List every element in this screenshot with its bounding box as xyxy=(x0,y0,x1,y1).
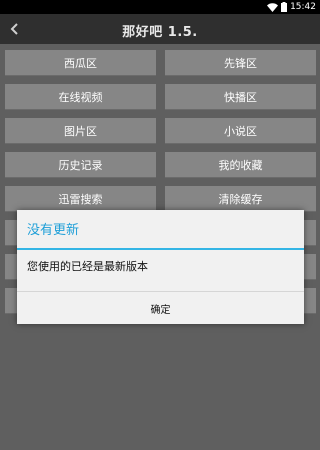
menu-button-pictures[interactable]: 图片区 xyxy=(5,118,156,144)
status-time: 15:42 xyxy=(290,2,316,12)
title-bar: 那好吧 1.5. xyxy=(0,14,320,44)
dialog-divider xyxy=(17,248,304,250)
status-bar: 15:42 xyxy=(0,0,320,14)
menu-button-online-video[interactable]: 在线视频 xyxy=(5,84,156,110)
page-title: 那好吧 1.5. xyxy=(122,25,198,40)
menu-button-favorites[interactable]: 我的收藏 xyxy=(165,152,316,178)
dialog-title: 没有更新 xyxy=(27,223,80,238)
wifi-icon xyxy=(267,2,279,12)
menu-button-xunlei-search[interactable]: 迅雷搜索 xyxy=(5,186,156,212)
menu-button-xianfeng[interactable]: 先锋区 xyxy=(165,50,316,76)
menu-button-novels[interactable]: 小说区 xyxy=(165,118,316,144)
menu-button-clear-cache[interactable]: 清除缓存 xyxy=(165,186,316,212)
battery-icon xyxy=(281,2,288,12)
menu-button-history[interactable]: 历史记录 xyxy=(5,152,156,178)
ok-button[interactable]: 确定 xyxy=(17,292,304,324)
update-dialog: 没有更新 您使用的已经是最新版本 确定 xyxy=(17,210,304,324)
menu-button-kuaibo[interactable]: 快播区 xyxy=(165,84,316,110)
dialog-message: 您使用的已经是最新版本 xyxy=(27,260,148,273)
menu-button-xigua[interactable]: 西瓜区 xyxy=(5,50,156,76)
status-icons: 15:42 xyxy=(267,1,316,13)
